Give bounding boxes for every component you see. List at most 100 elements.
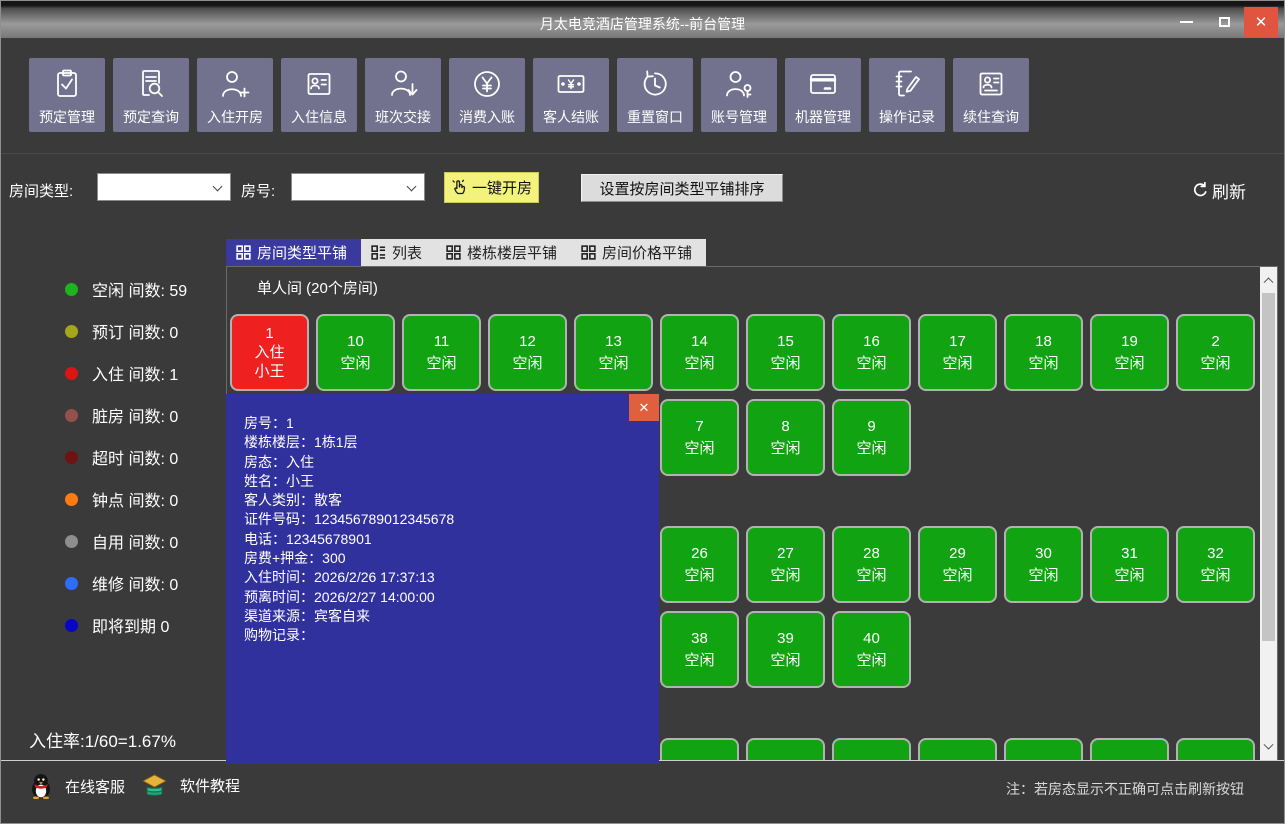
- room-status: 空闲: [770, 650, 800, 672]
- room-tile-49[interactable]: 49空闲: [918, 738, 997, 761]
- room-tile-47[interactable]: 47空闲: [746, 738, 825, 761]
- clock-rotate-icon: [638, 58, 672, 109]
- tab-building-floor-tile-label: 楼栋楼层平铺: [467, 242, 557, 263]
- tutorial-icon: [141, 773, 168, 798]
- scroll-down-button[interactable]: [1260, 739, 1277, 756]
- room-tile-50[interactable]: 50空闲: [1004, 738, 1083, 761]
- room-tile-48[interactable]: 48空闲: [832, 738, 911, 761]
- room-tile-2[interactable]: 2空闲: [1176, 314, 1255, 391]
- popup-content: 房号：1楼栋楼层：1栋1层房态：入住姓名：小王客人类别：散客证件号码：12345…: [226, 394, 659, 646]
- popup-close-button[interactable]: ✕: [629, 394, 659, 421]
- room-tile-11[interactable]: 11空闲: [402, 314, 481, 391]
- check-in-info-label: 入住信息: [291, 109, 347, 125]
- legend-item-occupied: 入住 间数: 1: [65, 361, 178, 385]
- reset-window-button[interactable]: 重置窗口: [617, 58, 693, 132]
- room-tile-32[interactable]: 32空闲: [1176, 526, 1255, 603]
- one-key-open-button[interactable]: 一键开房: [444, 172, 539, 203]
- reserved-status-text: 预订 间数: 0: [92, 319, 178, 343]
- one-key-open-label: 一键开房: [472, 177, 532, 198]
- grid-icon: [236, 245, 251, 260]
- check-in-button[interactable]: 入住开房: [197, 58, 273, 132]
- check-in-info-button[interactable]: 入住信息: [281, 58, 357, 132]
- online-support-link[interactable]: 在线客服: [29, 773, 125, 799]
- room-status: 空闲: [770, 438, 800, 460]
- room-type-select[interactable]: [97, 173, 231, 201]
- room-tile-39[interactable]: 39空闲: [746, 611, 825, 688]
- minimize-button[interactable]: [1169, 7, 1203, 37]
- account-management-button[interactable]: 账号管理: [701, 58, 777, 132]
- room-tile-18[interactable]: 18空闲: [1004, 314, 1083, 391]
- popup-line: 购物记录：: [244, 626, 645, 645]
- room-tile-29[interactable]: 29空闲: [918, 526, 997, 603]
- room-tile-51[interactable]: 51空闲: [1090, 738, 1169, 761]
- room-tile-17[interactable]: 17空闲: [918, 314, 997, 391]
- popup-line: 姓名：小王: [244, 472, 645, 491]
- room-tile-19[interactable]: 19空闲: [1090, 314, 1169, 391]
- guest-checkout-button[interactable]: 客人结账: [533, 58, 609, 132]
- titlebar: 月太电竞酒店管理系统--前台管理 ✕: [1, 1, 1284, 38]
- room-number: 19: [1121, 331, 1138, 353]
- room-no-select[interactable]: [291, 173, 425, 201]
- room-tile-10[interactable]: 10空闲: [316, 314, 395, 391]
- legend-item-vacant: 空闲 间数: 59: [65, 277, 187, 301]
- room-tile-38[interactable]: 38空闲: [660, 611, 739, 688]
- reservation-management-button[interactable]: 预定管理: [29, 58, 105, 132]
- room-tile-52[interactable]: 52空闲: [1176, 738, 1255, 761]
- room-number: 1: [265, 324, 273, 343]
- room-tile-31[interactable]: 31空闲: [1090, 526, 1169, 603]
- room-tile-30[interactable]: 30空闲: [1004, 526, 1083, 603]
- tab-building-floor-tile[interactable]: 楼栋楼层平铺: [436, 239, 571, 266]
- room-number: 12: [519, 331, 536, 353]
- machine-management-button[interactable]: 机器管理: [785, 58, 861, 132]
- room-tile-15[interactable]: 15空闲: [746, 314, 825, 391]
- stay-extension-query-label: 续住查询: [963, 109, 1019, 125]
- refresh-button[interactable]: 刷新: [1192, 178, 1246, 203]
- room-tile-26[interactable]: 26空闲: [660, 526, 739, 603]
- legend-item-overtime: 超时 间数: 0: [65, 445, 178, 469]
- scroll-up-button[interactable]: [1260, 271, 1277, 288]
- consumption-entry-button[interactable]: 消费入账: [449, 58, 525, 132]
- set-room-type-sort-button[interactable]: 设置按房间类型平铺排序: [581, 174, 783, 202]
- room-tile-40[interactable]: 40空闲: [832, 611, 911, 688]
- room-status: 入住: [254, 343, 284, 362]
- software-tutorial-link[interactable]: 软件教程: [141, 773, 240, 798]
- room-tile-13[interactable]: 13空闲: [574, 314, 653, 391]
- room-status: 空闲: [856, 438, 886, 460]
- room-tile-7[interactable]: 7空闲: [660, 399, 739, 476]
- shift-handover-label: 班次交接: [375, 109, 431, 125]
- room-tile-46[interactable]: 46空闲: [660, 738, 739, 761]
- room-number: 8: [781, 416, 789, 438]
- legend-item-hourly: 钟点 间数: 0: [65, 487, 178, 511]
- tab-room-type-tile[interactable]: 房间类型平铺: [226, 239, 361, 266]
- reservation-query-button[interactable]: 预定查询: [113, 58, 189, 132]
- room-tile-16[interactable]: 16空闲: [832, 314, 911, 391]
- close-button[interactable]: ✕: [1244, 7, 1278, 37]
- chevron-down-icon: [407, 182, 417, 192]
- room-tile-14[interactable]: 14空闲: [660, 314, 739, 391]
- overtime-status-dot: [65, 451, 78, 464]
- room-tile-12[interactable]: 12空闲: [488, 314, 567, 391]
- room-status: 空闲: [684, 438, 714, 460]
- room-number: 18: [1035, 331, 1052, 353]
- room-status: 空闲: [856, 353, 886, 375]
- operation-log-button[interactable]: 操作记录: [869, 58, 945, 132]
- room-tile-8[interactable]: 8空闲: [746, 399, 825, 476]
- maximize-button[interactable]: [1207, 7, 1241, 37]
- room-number: 27: [777, 543, 794, 565]
- tab-list[interactable]: 列表: [361, 239, 436, 266]
- room-tile-1[interactable]: 1入住小王: [230, 314, 309, 391]
- room-tile-28[interactable]: 28空闲: [832, 526, 911, 603]
- scrollbar-thumb[interactable]: [1262, 293, 1275, 641]
- room-status: 空闲: [1200, 353, 1230, 375]
- room-status: 空闲: [340, 353, 370, 375]
- doc-search-icon: [134, 58, 168, 109]
- room-tile-27[interactable]: 27空闲: [746, 526, 825, 603]
- stay-extension-query-button[interactable]: 续住查询: [953, 58, 1029, 132]
- legend-item-maintenance: 维修 间数: 0: [65, 571, 178, 595]
- tab-room-price-tile[interactable]: 房间价格平铺: [571, 239, 706, 266]
- vertical-scrollbar[interactable]: [1260, 267, 1277, 760]
- room-tile-9[interactable]: 9空闲: [832, 399, 911, 476]
- shift-handover-button[interactable]: 班次交接: [365, 58, 441, 132]
- person-key-icon: [722, 58, 756, 109]
- software-tutorial-label: 软件教程: [180, 775, 240, 796]
